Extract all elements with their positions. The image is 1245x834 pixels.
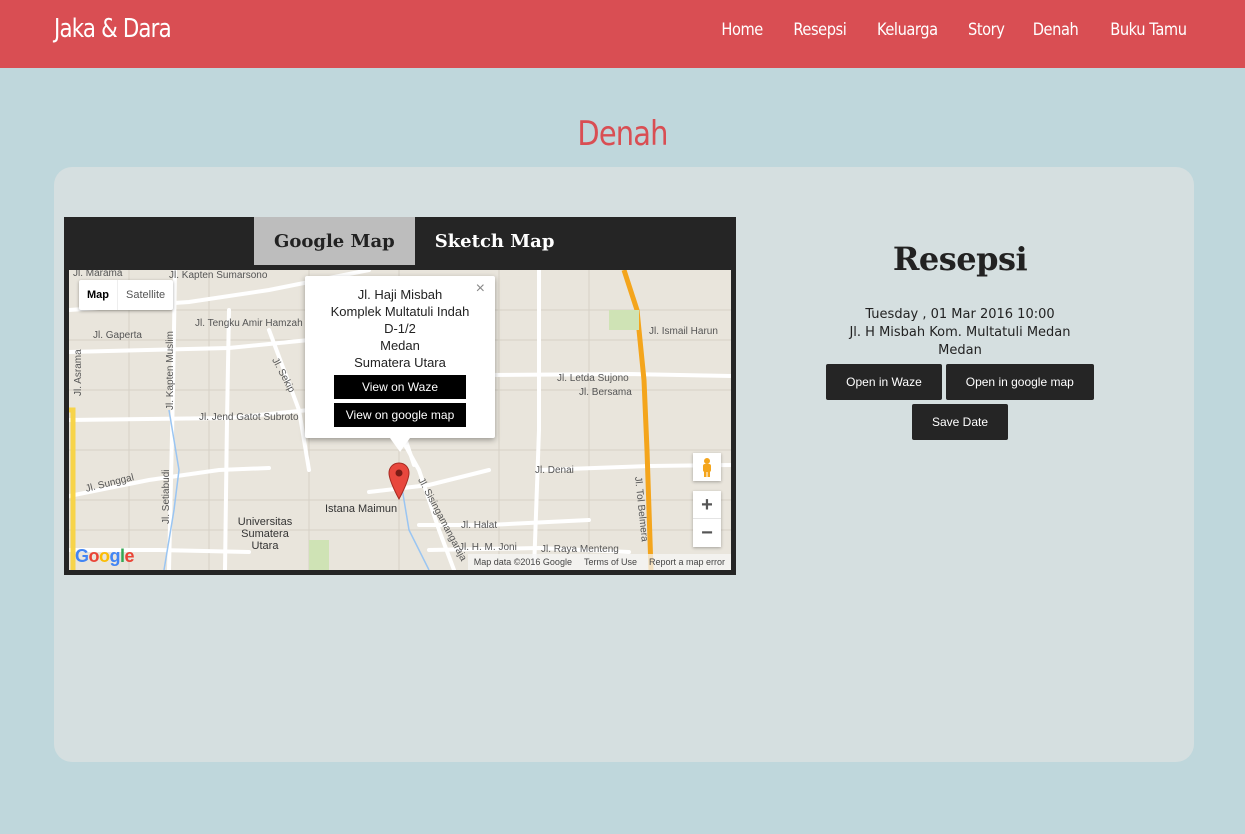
road-label-kapten-sumarsono: Jl. Kapten Sumarsono [169,270,268,281]
terms-of-use-link[interactable]: Terms of Use [578,554,643,570]
zoom-control: + − [693,491,721,547]
road-label-halat: Jl. Halat [461,520,498,531]
map-attribution: Map data ©2016 Google Terms of Use Repor… [467,554,731,570]
road-label-top-edge: Jl. Marama [73,270,123,279]
road-label-asrama: Jl. Asrama [73,349,84,396]
road-label-bersama: Jl. Bersama [579,387,632,398]
nav-item-story[interactable]: Story [968,20,1005,40]
map-data-credit: Map data ©2016 Google [473,557,572,567]
nav-item-keluarga[interactable]: Keluarga [877,20,938,40]
road-label-h-m-joni: Jl. H. M. Joni [459,542,517,553]
map-panel: Google Map Sketch Map Jl. Kapten Sumarso… [64,217,736,575]
event-details: Tuesday , 01 Mar 2016 10:00 Jl. H Misbah… [806,306,1114,360]
info-line: D-1/2 [384,321,416,336]
nav-item-buku-tamu[interactable]: Buku Tamu [1110,20,1187,40]
info-line: Medan [380,338,420,353]
map-tabs: Google Map Sketch Map [254,217,574,265]
info-window-address: Jl. Haji Misbah Komplek Multatuli Indah … [305,276,495,371]
open-in-waze-button[interactable]: Open in Waze [826,364,942,400]
google-logo: Google [75,546,135,566]
event-address: Jl. H Misbah Kom. Multatuli Medan [849,325,1071,340]
zoom-out-button[interactable]: − [693,519,721,547]
map-type-map-button[interactable]: Map [79,280,117,310]
info-line: Sumatera Utara [354,355,446,370]
info-line: Jl. Haji Misbah [357,287,443,302]
road-label-ismail-harun: Jl. Ismail Harun [649,326,718,337]
road-label-tengku-amir-hamzah: Jl. Tengku Amir Hamzah [195,318,303,329]
map-type-control: Map Satellite [79,280,174,310]
close-icon[interactable]: × [476,280,485,298]
nav-item-home[interactable]: Home [722,20,764,40]
event-button-row: Open in Waze Open in google map [806,364,1114,400]
nav-item-resepsi[interactable]: Resepsi [793,20,846,40]
street-view-pegman-icon[interactable] [693,453,721,481]
road-label-setiabudi: Jl. Setiabudi [161,469,172,524]
section-title: Denah [577,114,668,154]
open-in-google-map-button[interactable]: Open in google map [945,364,1094,400]
event-info: Resepsi Tuesday , 01 Mar 2016 10:00 Jl. … [806,240,1114,440]
map-type-satellite-button[interactable]: Satellite [117,280,173,310]
view-on-google-map-button[interactable]: View on google map [334,403,466,427]
view-on-waze-button[interactable]: View on Waze [334,375,466,399]
info-line: Komplek Multatuli Indah [330,304,470,319]
road-label-gaperta: Jl. Gaperta [93,330,142,341]
google-map[interactable]: Jl. Kapten Sumarsono Jl. Tengku Amir Ham… [69,270,731,570]
nav-item-denah[interactable]: Denah [1033,20,1079,40]
road-label-letda-sujono: Jl. Letda Sujono [557,373,629,384]
road-label-denai: Jl. Denai [535,465,574,476]
event-city: Medan [938,343,982,358]
zoom-in-button[interactable]: + [693,491,721,519]
map-info-window: × Jl. Haji Misbah Komplek Multatuli Inda… [305,276,495,452]
event-datetime: Tuesday , 01 Mar 2016 10:00 [865,307,1055,322]
navbar: Jaka & Dara Home Resepsi Keluarga Story … [0,0,1245,68]
tab-google-map[interactable]: Google Map [254,217,415,265]
brand-logo[interactable]: Jaka & Dara [54,14,172,44]
event-title: Resepsi [892,240,1028,278]
tab-sketch-map[interactable]: Sketch Map [415,217,575,265]
nav-menu: Home Resepsi Keluarga Story Denah Buku T… [696,20,1193,40]
road-label-jend-gatot-subroto: Jl. Jend Gatot Subroto [199,412,299,423]
place-label-istana-maimun: Istana Maimun [325,503,398,515]
location-pin-icon[interactable] [388,462,410,500]
save-date-button[interactable]: Save Date [911,404,1009,440]
place-label-usu: Universitas Sumatera Utara [237,516,293,552]
save-date-row: Save Date [806,404,1114,440]
road-label-kapten-muslim: Jl. Kapten Muslim [165,331,176,410]
report-map-error-link[interactable]: Report a map error [643,554,731,570]
